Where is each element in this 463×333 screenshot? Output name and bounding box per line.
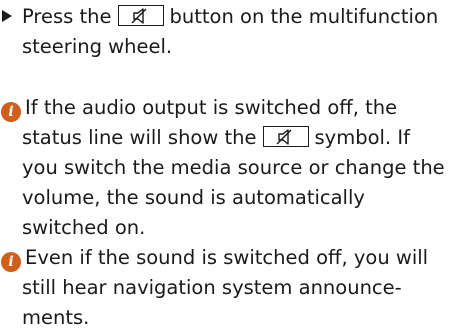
note1-line-5: switched on.	[22, 216, 146, 239]
note2-line-1-text: Even if the sound is switched off, you w…	[25, 246, 429, 269]
info-icon: i	[1, 102, 21, 122]
note1-line-3: you switch the media source or change th…	[22, 156, 445, 179]
note2-line-3: ments.	[22, 306, 90, 329]
step-line-1: Press the button on the multifunction	[0, 2, 460, 32]
info-note-navigation: i Even if the sound is switched off, you …	[0, 243, 460, 333]
note2-line-2: still hear navigation system announce-	[22, 276, 402, 299]
note2-line-1: i Even if the sound is switched off, you …	[0, 243, 460, 273]
info-note-audio-off: i If the audio output is switched off, th…	[0, 93, 460, 243]
step-arrow-icon	[2, 10, 12, 22]
mute-symbol-icon	[262, 126, 309, 147]
note1-line-2-before: status line will show the	[22, 126, 257, 149]
note1-line-2-after: symbol. If	[314, 126, 410, 149]
step-text-after: button on the multifunction	[169, 5, 439, 28]
note1-line-2: status line will show the symbol. If	[0, 123, 460, 153]
note1-line-1: i If the audio output is switched off, th…	[0, 93, 460, 123]
instruction-step: Press the button on the multifunction ste…	[0, 2, 460, 62]
note1-line-1-text: If the audio output is switched off, the	[25, 96, 398, 119]
step-line-2: steering wheel.	[22, 35, 173, 58]
info-icon: i	[1, 252, 21, 272]
manual-page: { "step": { "text_before": "Press the", …	[0, 0, 463, 329]
mute-key-icon	[117, 5, 164, 26]
note1-line-4: volume, the sound is automatically	[22, 186, 365, 209]
step-text-before: Press the	[22, 5, 112, 28]
